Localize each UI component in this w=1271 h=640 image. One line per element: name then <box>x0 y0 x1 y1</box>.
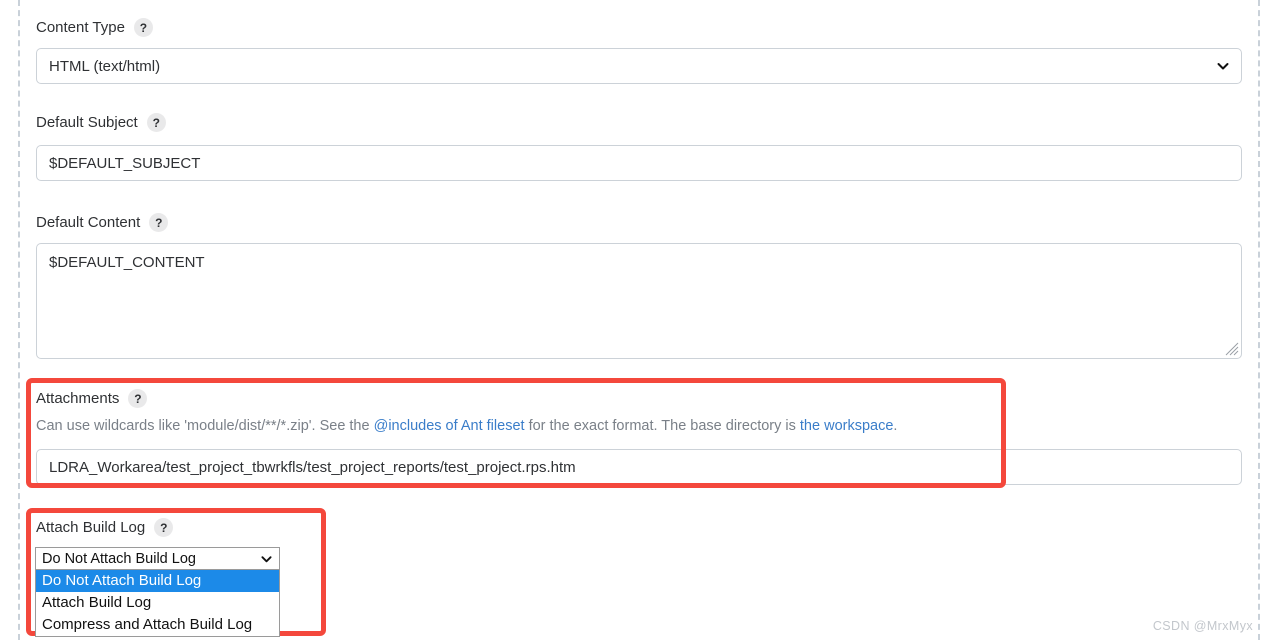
content-type-label: Content Type <box>36 18 125 36</box>
option-do-not-attach-build-log[interactable]: Do Not Attach Build Log <box>36 570 279 592</box>
resize-grip-icon[interactable] <box>1225 342 1239 356</box>
section-boundary-right <box>1258 0 1260 640</box>
email-notification-config-panel: Content Type ? HTML (text/html) Default … <box>0 0 1271 640</box>
attachments-desc-part3: . <box>893 418 898 434</box>
field-attach-build-log: Attach Build Log ? <box>36 518 174 537</box>
attachments-desc-part1: Can use wildcards like 'module/dist/**/*… <box>36 418 374 434</box>
default-content-value: $DEFAULT_CONTENT <box>49 254 205 271</box>
chevron-down-icon <box>1217 63 1229 70</box>
attach-build-log-selected-value: Do Not Attach Build Log <box>42 550 196 567</box>
watermark: CSDN @MrxMyx <box>1152 619 1253 633</box>
content-type-select[interactable]: HTML (text/html) <box>36 48 1242 84</box>
field-content-type: Content Type ? <box>36 18 153 37</box>
help-icon[interactable]: ? <box>133 18 153 37</box>
field-attachments: Attachments ? <box>36 389 148 408</box>
attachments-label-row: Attachments ? <box>36 389 148 408</box>
attach-build-log-select[interactable]: Do Not Attach Build Log <box>35 547 280 570</box>
chevron-down-icon <box>261 555 272 562</box>
default-subject-label: Default Subject <box>36 113 138 131</box>
default-content-label: Default Content <box>36 213 141 231</box>
attachments-label: Attachments <box>36 389 120 407</box>
option-attach-build-log[interactable]: Attach Build Log <box>36 592 279 614</box>
attachments-input[interactable] <box>36 449 1242 485</box>
field-default-content: Default Content ? <box>36 213 169 232</box>
option-compress-and-attach-build-log[interactable]: Compress and Attach Build Log <box>36 614 279 636</box>
content-type-label-row: Content Type ? <box>36 18 153 37</box>
help-icon[interactable]: ? <box>146 113 166 132</box>
attach-build-log-label: Attach Build Log <box>36 518 146 536</box>
help-icon[interactable]: ? <box>149 213 169 232</box>
help-icon[interactable]: ? <box>154 518 174 537</box>
ant-fileset-link[interactable]: @includes of Ant fileset <box>374 418 525 434</box>
attach-build-log-option-list[interactable]: Do Not Attach Build Log Attach Build Log… <box>35 569 280 637</box>
attachments-description: Can use wildcards like 'module/dist/**/*… <box>36 417 897 436</box>
default-subject-label-row: Default Subject ? <box>36 113 166 132</box>
attachments-desc-part2: for the exact format. The base directory… <box>524 418 800 434</box>
default-subject-input[interactable] <box>36 145 1242 181</box>
field-default-subject: Default Subject ? <box>36 113 166 132</box>
section-boundary-left <box>18 0 20 640</box>
content-type-selected-value: HTML (text/html) <box>49 57 161 75</box>
attach-build-log-label-row: Attach Build Log ? <box>36 518 174 537</box>
help-icon[interactable]: ? <box>128 389 148 408</box>
workspace-link[interactable]: the workspace <box>800 418 894 434</box>
default-content-label-row: Default Content ? <box>36 213 169 232</box>
default-content-textarea[interactable]: $DEFAULT_CONTENT <box>36 243 1242 359</box>
